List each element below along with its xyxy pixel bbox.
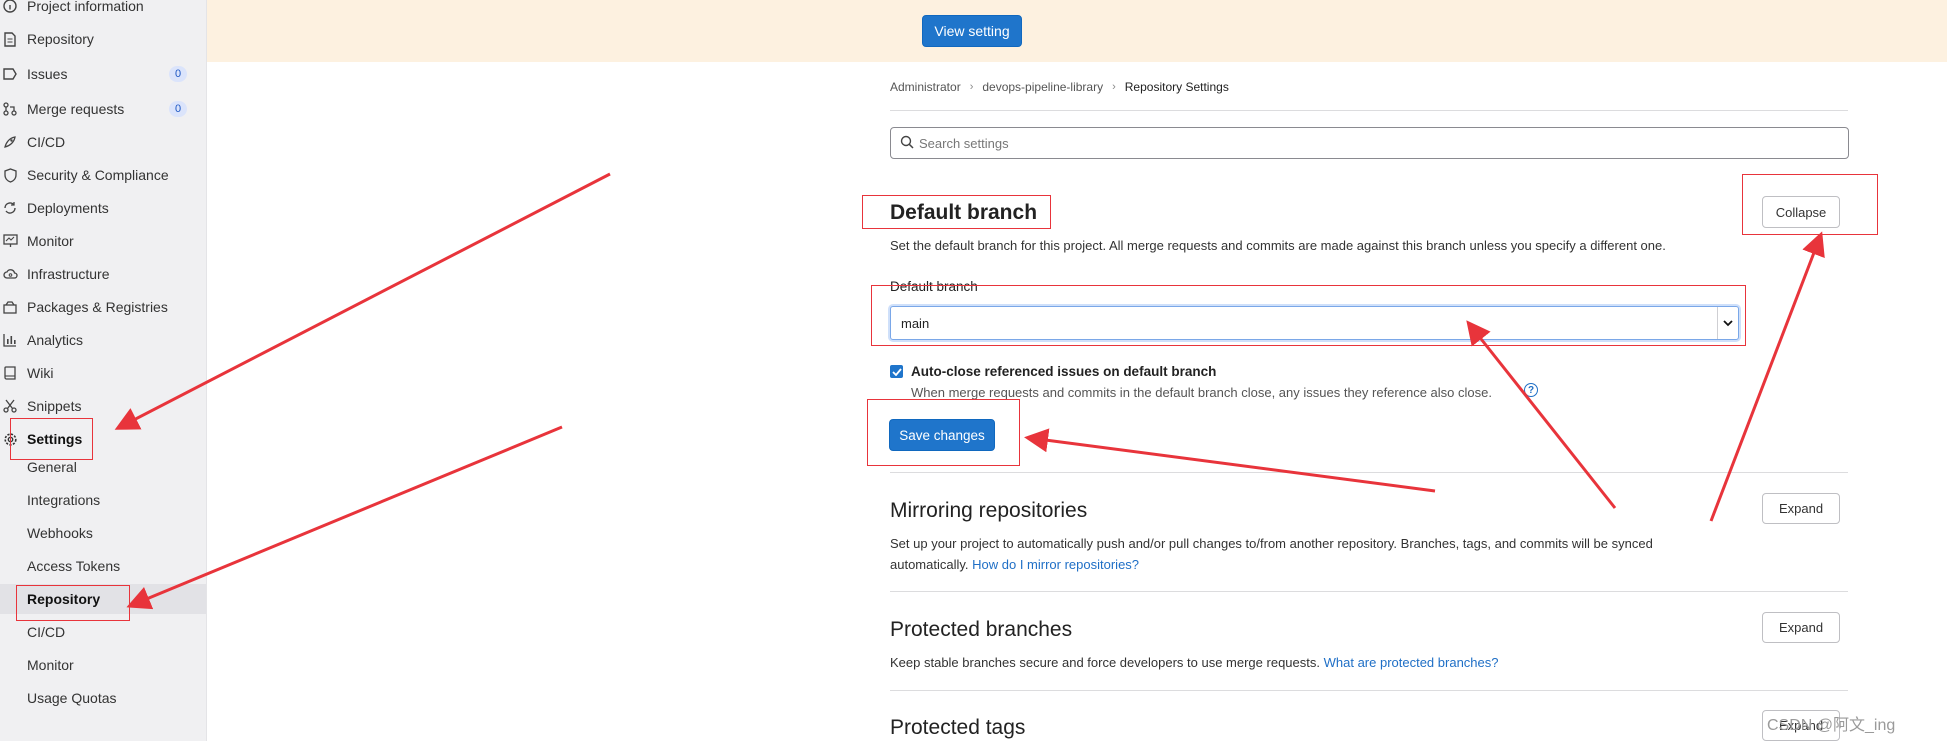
- annotation-arrow-settings: [114, 172, 611, 430]
- annotation-arrow-repository: [126, 425, 563, 610]
- annotation-arrows: [114, 172, 1825, 610]
- annotation-arrow-select: [1466, 320, 1617, 509]
- watermark: CSDN @阿文_ing: [1767, 717, 1896, 734]
- annotation-arrow-save: [1024, 428, 1436, 493]
- annotation-arrow-collapse: [1709, 231, 1825, 522]
